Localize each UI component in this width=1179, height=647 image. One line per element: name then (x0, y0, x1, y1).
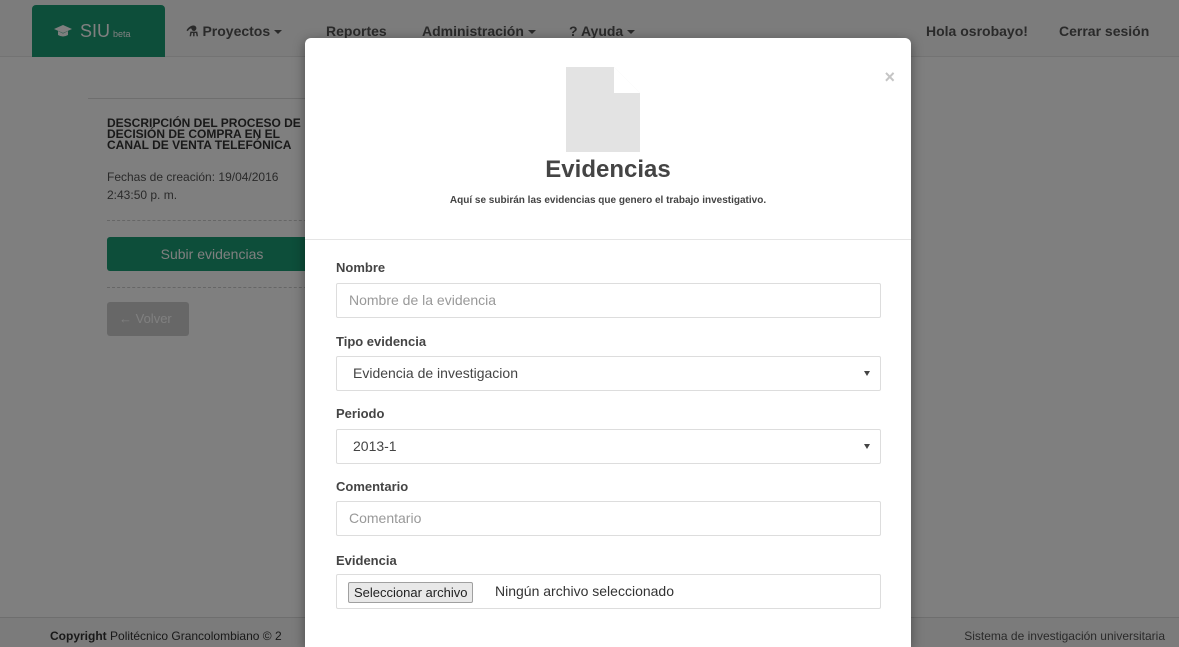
select-file-button[interactable]: Seleccionar archivo (348, 582, 474, 603)
chevron-down-icon (864, 371, 870, 376)
evidencia-label: Evidencia (336, 553, 397, 568)
comentario-label: Comentario (336, 479, 409, 494)
file-status: Ningún archivo seleccionado (495, 583, 674, 599)
evidencia-file-input[interactable]: Seleccionar archivo Ningún archivo selec… (336, 574, 881, 609)
chevron-down-icon (864, 444, 870, 449)
nombre-label: Nombre (336, 260, 386, 275)
comentario-input[interactable]: Comentario (336, 501, 881, 536)
tipo-evidencia-value: Evidencia de investigacion (353, 365, 518, 381)
periodo-value: 2013-1 (353, 438, 397, 454)
tipo-evidencia-select[interactable]: Evidencia de investigacion (336, 356, 881, 391)
periodo-label: Periodo (336, 406, 385, 421)
tipo-evidencia-label: Tipo evidencia (336, 334, 427, 349)
modal-title: Evidencias (545, 156, 671, 183)
modal-header: × Evidencias Aquí se subirán las evidenc… (305, 38, 911, 240)
modal-subtitle: Aquí se subirán las evidencias que gener… (449, 195, 767, 206)
close-icon[interactable]: × (884, 68, 895, 86)
nombre-input[interactable]: Nombre de la evidencia (336, 283, 881, 318)
document-icon (566, 67, 640, 152)
evidence-modal: × Evidencias Aquí se subirán las evidenc… (305, 38, 911, 647)
periodo-select[interactable]: 2013-1 (336, 429, 881, 464)
